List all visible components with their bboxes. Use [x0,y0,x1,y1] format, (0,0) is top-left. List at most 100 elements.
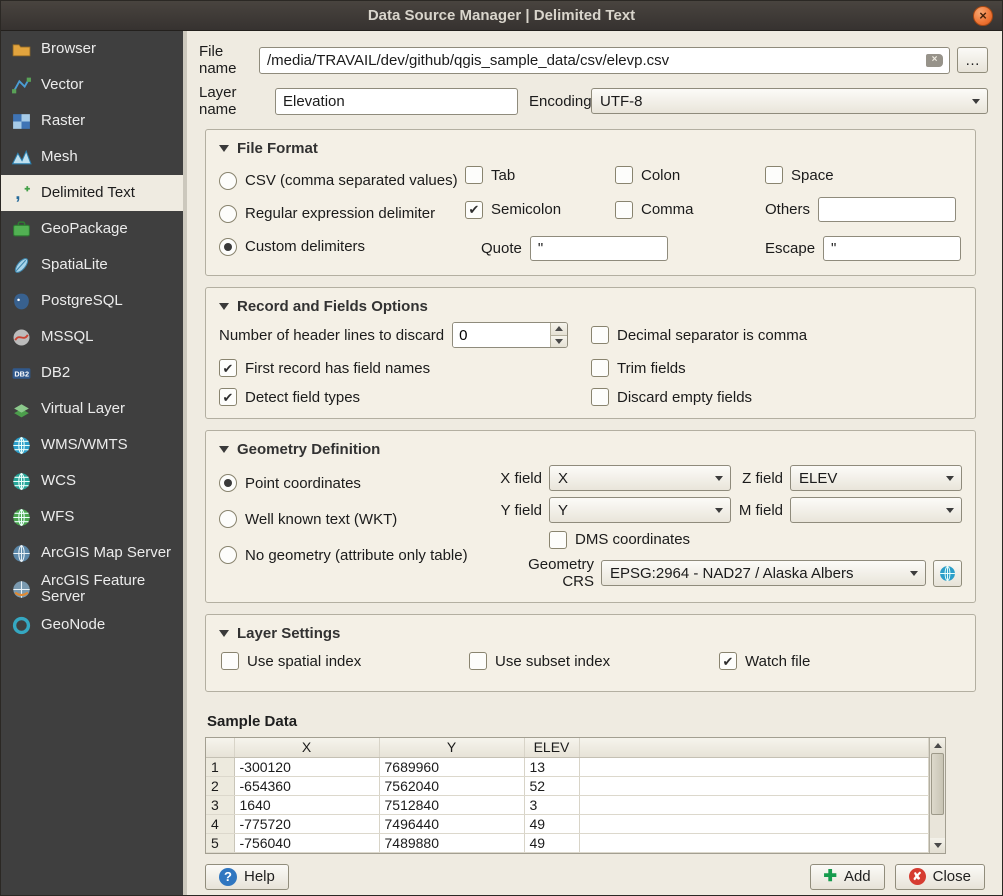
radio-point-coordinates[interactable]: Point coordinates [219,465,497,501]
checkbox-indicator[interactable] [591,388,609,406]
row-number-cell[interactable]: 4 [206,814,234,833]
geometry-group-header[interactable]: Geometry Definition [219,437,962,461]
sidebar-item-arcgis-map-server[interactable]: ArcGIS Map Server [1,535,183,571]
spin-down-button[interactable] [551,335,567,348]
checkbox-indicator[interactable] [465,166,483,184]
sidebar-item-wfs[interactable]: WFS [1,499,183,535]
sidebar-item-wcs[interactable]: WCS [1,463,183,499]
geometry-crs-combo[interactable]: EPSG:2964 - NAD27 / Alaska Albers [601,560,926,586]
column-header-elev[interactable]: ELEV [524,738,579,757]
checkbox-decimal-label: Decimal separator is comma [617,327,807,344]
header-lines-input[interactable] [453,323,550,347]
checkbox-watch-file[interactable]: Watch file [719,652,810,670]
checkbox-indicator[interactable] [219,359,237,377]
sidebar-item-label: ArcGIS Map Server [41,545,171,561]
file-name-input[interactable] [259,47,950,74]
checkbox-decimal-separator-comma[interactable]: Decimal separator is comma [591,326,962,344]
select-crs-button[interactable] [933,560,962,587]
others-input[interactable] [818,197,956,222]
checkbox-comma[interactable]: Comma [615,201,765,219]
checkbox-indicator[interactable] [615,201,633,219]
checkbox-use-subset-index[interactable]: Use subset index [469,652,719,670]
checkbox-tab[interactable]: Tab [465,166,615,184]
checkbox-colon[interactable]: Colon [615,166,765,184]
close-button[interactable]: ✘ Close [895,864,985,890]
y-field-combo[interactable]: Y [549,497,731,523]
checkbox-indicator[interactable] [719,652,737,670]
checkbox-trim-fields[interactable]: Trim fields [591,359,962,377]
radio-custom-delimiters[interactable]: Custom delimiters [219,230,465,263]
scroll-up-button[interactable] [930,738,945,753]
sidebar-item-virtual-layer[interactable]: Virtual Layer [1,391,183,427]
row-number-cell[interactable]: 2 [206,776,234,795]
radio-indicator[interactable] [219,474,237,492]
radio-indicator[interactable] [219,546,237,564]
escape-input[interactable] [823,236,961,261]
encoding-combo[interactable]: UTF-8 [591,88,988,114]
layer-settings-group-header[interactable]: Layer Settings [219,621,962,645]
checkbox-space[interactable]: Space [765,166,962,184]
checkbox-indicator[interactable] [549,531,567,549]
z-field-combo[interactable]: ELEV [790,465,962,491]
radio-indicator[interactable] [219,172,237,190]
header-lines-spinbox[interactable] [452,322,568,348]
add-button[interactable]: ✚ Add [810,864,885,890]
scrollbar-track[interactable] [930,753,945,838]
sidebar-item-browser[interactable]: Browser [1,31,183,67]
checkbox-indicator[interactable] [469,652,487,670]
sidebar-item-geonode[interactable]: GeoNode [1,607,183,643]
browse-button[interactable]: … [957,47,988,73]
quote-input[interactable] [530,236,668,261]
sidebar-item-postgresql[interactable]: PostgreSQL [1,283,183,319]
checkbox-indicator[interactable] [591,359,609,377]
table-scrollbar[interactable] [929,738,945,853]
sidebar-item-raster[interactable]: Raster [1,103,183,139]
corner-header-cell[interactable] [206,738,234,757]
radio-csv[interactable]: CSV (comma separated values) [219,164,465,197]
checkbox-discard-empty-fields[interactable]: Discard empty fields [591,388,962,406]
row-number-cell[interactable]: 3 [206,795,234,814]
checkbox-indicator[interactable] [615,166,633,184]
radio-well-known-text[interactable]: Well known text (WKT) [219,501,497,537]
file-format-group-header[interactable]: File Format [219,136,962,160]
clear-text-icon[interactable]: × [926,54,943,67]
sidebar-item-arcgis-feature-server[interactable]: ArcGIS Feature Server [1,571,183,607]
checkbox-indicator[interactable] [765,166,783,184]
checkbox-use-spatial-index[interactable]: Use spatial index [221,652,469,670]
spin-up-button[interactable] [551,323,567,335]
x-field-combo[interactable]: X [549,465,731,491]
radio-indicator[interactable] [219,205,237,223]
checkbox-indicator[interactable] [219,388,237,406]
radio-no-geometry[interactable]: No geometry (attribute only table) [219,537,497,573]
radio-indicator[interactable] [219,238,237,256]
sidebar-item-wms-wmts[interactable]: WMS/WMTS [1,427,183,463]
checkbox-semicolon[interactable]: Semicolon [465,201,615,219]
sidebar-item-spatialite[interactable]: SpatiaLite [1,247,183,283]
row-number-cell[interactable]: 5 [206,833,234,852]
sidebar-item-vector[interactable]: Vector [1,67,183,103]
sidebar-item-mssql[interactable]: MSSQL [1,319,183,355]
radio-regular-expression[interactable]: Regular expression delimiter [219,197,465,230]
checkbox-first-record-field-names[interactable]: First record has field names [219,359,591,377]
help-button[interactable]: ? Help [205,864,289,890]
sidebar-item-db2[interactable]: DB2 DB2 [1,355,183,391]
m-field-combo[interactable] [790,497,962,523]
checkbox-indicator[interactable] [221,652,239,670]
m-field-label: M field [738,502,783,519]
column-header-y[interactable]: Y [379,738,524,757]
checkbox-dms-coordinates[interactable]: DMS coordinates [549,531,690,549]
record-fields-group-header[interactable]: Record and Fields Options [219,294,962,318]
sidebar-item-mesh[interactable]: Mesh [1,139,183,175]
checkbox-indicator[interactable] [465,201,483,219]
column-header-x[interactable]: X [234,738,379,757]
layer-name-input[interactable] [275,88,518,115]
scrollbar-thumb[interactable] [931,753,944,815]
row-number-cell[interactable]: 1 [206,757,234,776]
checkbox-detect-field-types[interactable]: Detect field types [219,388,591,406]
checkbox-indicator[interactable] [591,326,609,344]
radio-indicator[interactable] [219,510,237,528]
scroll-down-button[interactable] [930,838,945,853]
window-close-button[interactable]: × [973,6,993,26]
sidebar-item-delimited-text[interactable]: , Delimited Text [1,175,183,211]
sidebar-item-geopackage[interactable]: GeoPackage [1,211,183,247]
